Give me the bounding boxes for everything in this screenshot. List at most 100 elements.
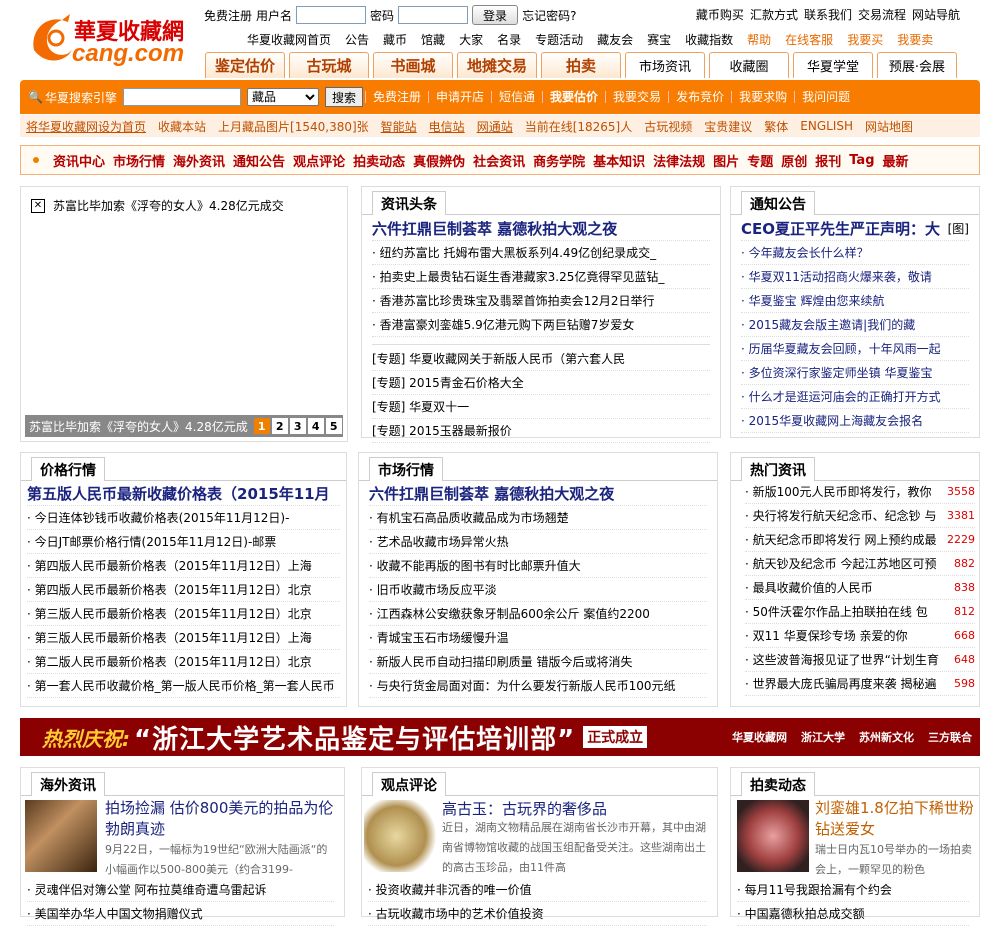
slide-page-button[interactable]: 3 (289, 418, 306, 434)
tab-item[interactable]: 书画城 (373, 52, 453, 78)
list-item[interactable]: · 收藏不能再版的图书有时比邮票升值大 (369, 554, 707, 578)
category-link[interactable]: 原创 (777, 151, 811, 170)
list-item[interactable]: · 航天钞及纪念币 今起江苏地区可预 882 (745, 552, 975, 576)
slide-page-button[interactable]: 2 (271, 418, 288, 434)
list-item[interactable]: · 今日JT邮票价格行情(2015年11月12日)-邮票 (27, 530, 340, 554)
category-link[interactable]: 资讯中心 (49, 151, 109, 170)
list-item[interactable]: · 纽约苏富比 托姆布雷大黑板系列4.49亿创纪录成交_ (372, 241, 710, 265)
search-quick-link[interactable]: 短信通 (491, 91, 542, 103)
painting-thumbnail[interactable] (25, 800, 97, 872)
login-button[interactable]: 登录 (472, 5, 519, 25)
search-quick-link[interactable]: 申请开店 (428, 91, 491, 103)
toplink-item[interactable]: 汇款方式 (750, 6, 798, 23)
category-link[interactable]: 拍卖动态 (349, 151, 409, 170)
mainnav-item[interactable]: 馆藏 (414, 31, 452, 48)
category-link[interactable]: 社会资讯 (469, 151, 529, 170)
list-item[interactable]: · 新版人民币自动扫描印刷质量 错版今后或将消失 (369, 650, 707, 674)
category-link[interactable]: 基本知识 (589, 151, 649, 170)
utility-link[interactable]: 将华夏收藏网设为首页 (20, 118, 152, 135)
category-link[interactable]: 图片 (709, 151, 743, 170)
search-quick-link[interactable]: 免费注册 (364, 91, 428, 103)
promo-banner[interactable]: 热烈庆祝: “浙江大学艺术品鉴定与评估培训部” 正式成立 华夏收藏网 浙江大学 苏州… (20, 718, 980, 756)
toplink-item[interactable]: 联系我们 (804, 6, 852, 23)
list-item[interactable]: · 历届华夏藏友会回顾，十年风雨一起 (741, 337, 969, 361)
mainnav-item[interactable]: 我要卖 (890, 31, 940, 48)
jade-thumbnail[interactable] (364, 800, 436, 872)
list-item[interactable]: · 今年藏友会长什么样？ (741, 241, 969, 265)
password-input[interactable] (398, 6, 469, 24)
search-quick-link[interactable]: 我要估价 (542, 91, 605, 103)
search-quick-link[interactable]: 我问问题 (794, 91, 857, 103)
list-item[interactable]: · 华夏双11活动招商火爆来袭，敬请 (741, 265, 969, 289)
search-quick-link[interactable]: 我要交易 (605, 91, 668, 103)
list-item[interactable]: · 最具收藏价值的人民币 838 (745, 576, 975, 600)
mainnav-item[interactable]: 我要买 (840, 31, 890, 48)
list-item[interactable]: · 拍卖史上最贵钻石诞生香港藏家3.25亿竟得罕见蓝钻_ (372, 265, 710, 289)
mainnav-item[interactable]: 大家 (452, 31, 490, 48)
list-item[interactable]: · 新版100元人民币即将发行，教你 3558 (745, 480, 975, 504)
top-headline[interactable]: CEO夏正平先生严正声明：大 [图] (741, 217, 969, 241)
category-link[interactable]: 海外资讯 (169, 151, 229, 170)
list-item[interactable]: · 央行将发行航天纪念币、纪念钞 与 3381 (745, 504, 975, 528)
list-item[interactable]: · 2015藏友会版主邀请|我们的藏 (741, 313, 969, 337)
utility-link[interactable]: 网通站 (471, 118, 519, 135)
search-input[interactable] (122, 88, 241, 106)
list-item[interactable]: · 每月11号我跟拾漏有个约会 (737, 878, 969, 902)
mainnav-item[interactable]: 专题活动 (528, 31, 590, 48)
slide-page-button[interactable]: 1 (253, 418, 270, 434)
list-item[interactable]: · 旧币收藏市场反应平淡 (369, 578, 707, 602)
list-item[interactable]: · 灵魂伴侣对簿公堂 阿布拉莫维奇遭乌雷起诉 (27, 878, 334, 902)
mainnav-item[interactable]: 帮助 (740, 31, 778, 48)
list-item[interactable]: · 有机宝石高品质收藏品成为市场翘楚 (369, 506, 707, 530)
list-item[interactable]: [专题] 2015青金石价格大全 (372, 371, 710, 395)
utility-link[interactable]: 上月藏品图片[1540,380]张 (212, 118, 375, 135)
list-item[interactable]: · 什么才是逛运河庙会的正确打开方式 (741, 385, 969, 409)
list-item[interactable]: · 第四版人民币最新价格表（2015年11月12日）北京 (27, 578, 340, 602)
slide-page-button[interactable]: 5 (325, 418, 342, 434)
tab-item[interactable]: 拍卖 (541, 52, 621, 78)
category-link[interactable]: 市场行情 (109, 151, 169, 170)
list-item[interactable]: [专题] 2015玉器最新报价 (372, 419, 710, 443)
category-link[interactable]: 报刊 (811, 151, 845, 170)
list-item[interactable]: · 第四版人民币最新价格表（2015年11月12日）上海 (27, 554, 340, 578)
list-item[interactable]: · 香港苏富比珍贵珠宝及翡翠首饰拍卖会12月2日举行 (372, 289, 710, 313)
mainnav-item[interactable]: 在线客服 (778, 31, 840, 48)
list-item[interactable]: · 投资收藏并非沉香的唯一价值 (368, 878, 707, 902)
search-button[interactable]: 搜索 (324, 87, 363, 107)
category-link[interactable]: 最新 (879, 151, 913, 170)
list-item[interactable]: [专题] 华夏收藏网关于新版人民币（第六套人民 (372, 347, 710, 371)
tab-item[interactable]: 预展·会展 (877, 52, 957, 78)
utility-link[interactable]: 繁体 (758, 118, 794, 135)
top-headline[interactable]: 六件扛鼎巨制荟萃 嘉德秋拍大观之夜 (372, 217, 710, 241)
tab-item[interactable]: 华夏学堂 (793, 52, 873, 78)
top-headline[interactable]: 六件扛鼎巨制荟萃 嘉德秋拍大观之夜 (369, 482, 707, 506)
mainnav-item[interactable]: 藏友会 (590, 31, 640, 48)
list-item[interactable]: · 世界最大庞氏骗局再度来袭 揭秘遍 598 (745, 672, 975, 696)
list-item[interactable]: · 2015华夏收藏网上海藏友会报名 (741, 409, 969, 433)
list-item[interactable]: [专题] 华夏双十一 (372, 395, 710, 419)
list-item[interactable]: · 多位资深行家鉴定师坐镇 华夏鉴宝 (741, 361, 969, 385)
tab-item[interactable]: 收藏圈 (709, 52, 789, 78)
mainnav-item[interactable]: 藏币 (376, 31, 414, 48)
slide-item[interactable]: ✕ 苏富比毕加索《浮夸的女人》4.28亿元成交 (31, 197, 284, 214)
list-item[interactable]: · 美国举办华人中国文物捐赠仪式 (27, 902, 334, 926)
utility-link[interactable]: 古玩视频 (638, 118, 698, 135)
tab-item[interactable]: 市场资讯 (625, 52, 705, 78)
list-item[interactable]: · 中国嘉德秋拍总成交额 (737, 902, 969, 926)
list-item[interactable]: · 香港富豪刘銮雄5.9亿港元购下两巨钻赠7岁爱女 (372, 313, 710, 337)
category-link[interactable]: 观点评论 (289, 151, 349, 170)
mainnav-item[interactable]: 赛宝 (640, 31, 678, 48)
category-link[interactable]: 通知公告 (229, 151, 289, 170)
mainnav-item[interactable]: 公告 (338, 31, 376, 48)
list-item[interactable]: · 华夏鉴宝 辉煌由您来续航 (741, 289, 969, 313)
slide-page-button[interactable]: 4 (307, 418, 324, 434)
utility-link[interactable]: 智能站 (375, 118, 423, 135)
list-item[interactable]: · 航天纪念币即将发行 网上预约成最 2229 (745, 528, 975, 552)
list-item[interactable]: · 江西森林公安缴获象牙制品600余公斤 案值约2200 (369, 602, 707, 626)
tab-item[interactable]: 古玩城 (289, 52, 369, 78)
category-link[interactable]: 真假辨伪 (409, 151, 469, 170)
utility-link[interactable]: ENGLISH (794, 119, 859, 133)
list-item[interactable]: · 第一套人民币收藏价格_第一版人民币价格_第一套人民币 (27, 674, 340, 698)
list-item[interactable]: · 青城宝玉石市场缓慢升温 (369, 626, 707, 650)
category-link[interactable]: Tag (845, 153, 878, 168)
